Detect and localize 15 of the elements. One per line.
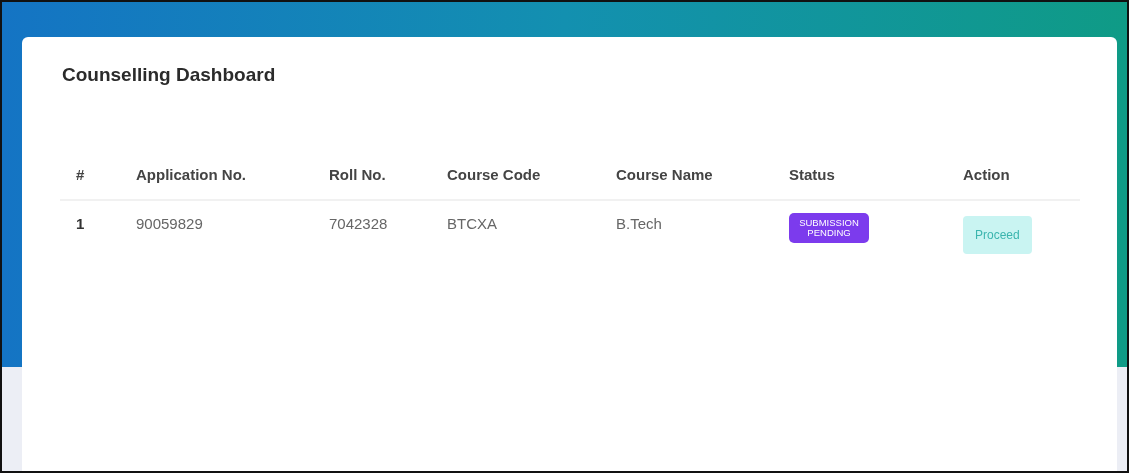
proceed-button[interactable]: Proceed (963, 216, 1032, 254)
column-header: Action (947, 156, 1080, 201)
column-header: Application No. (120, 156, 313, 201)
column-header: Roll No. (313, 156, 431, 201)
table-cell-text: 7042328 (328, 214, 389, 234)
table-cell-text: 1 (75, 214, 86, 234)
status-badge: SUBMISSION PENDING (789, 213, 869, 243)
column-header: # (60, 156, 120, 201)
table-cell-text: B.Tech (615, 214, 663, 234)
column-header: Course Name (600, 156, 773, 201)
page-title: Counselling Dashboard (62, 64, 277, 86)
column-header: Status (773, 156, 947, 201)
table-cell-text: 90059829 (135, 214, 204, 234)
column-header: Course Code (431, 156, 600, 201)
table-cell-text: BTCXA (446, 214, 498, 234)
